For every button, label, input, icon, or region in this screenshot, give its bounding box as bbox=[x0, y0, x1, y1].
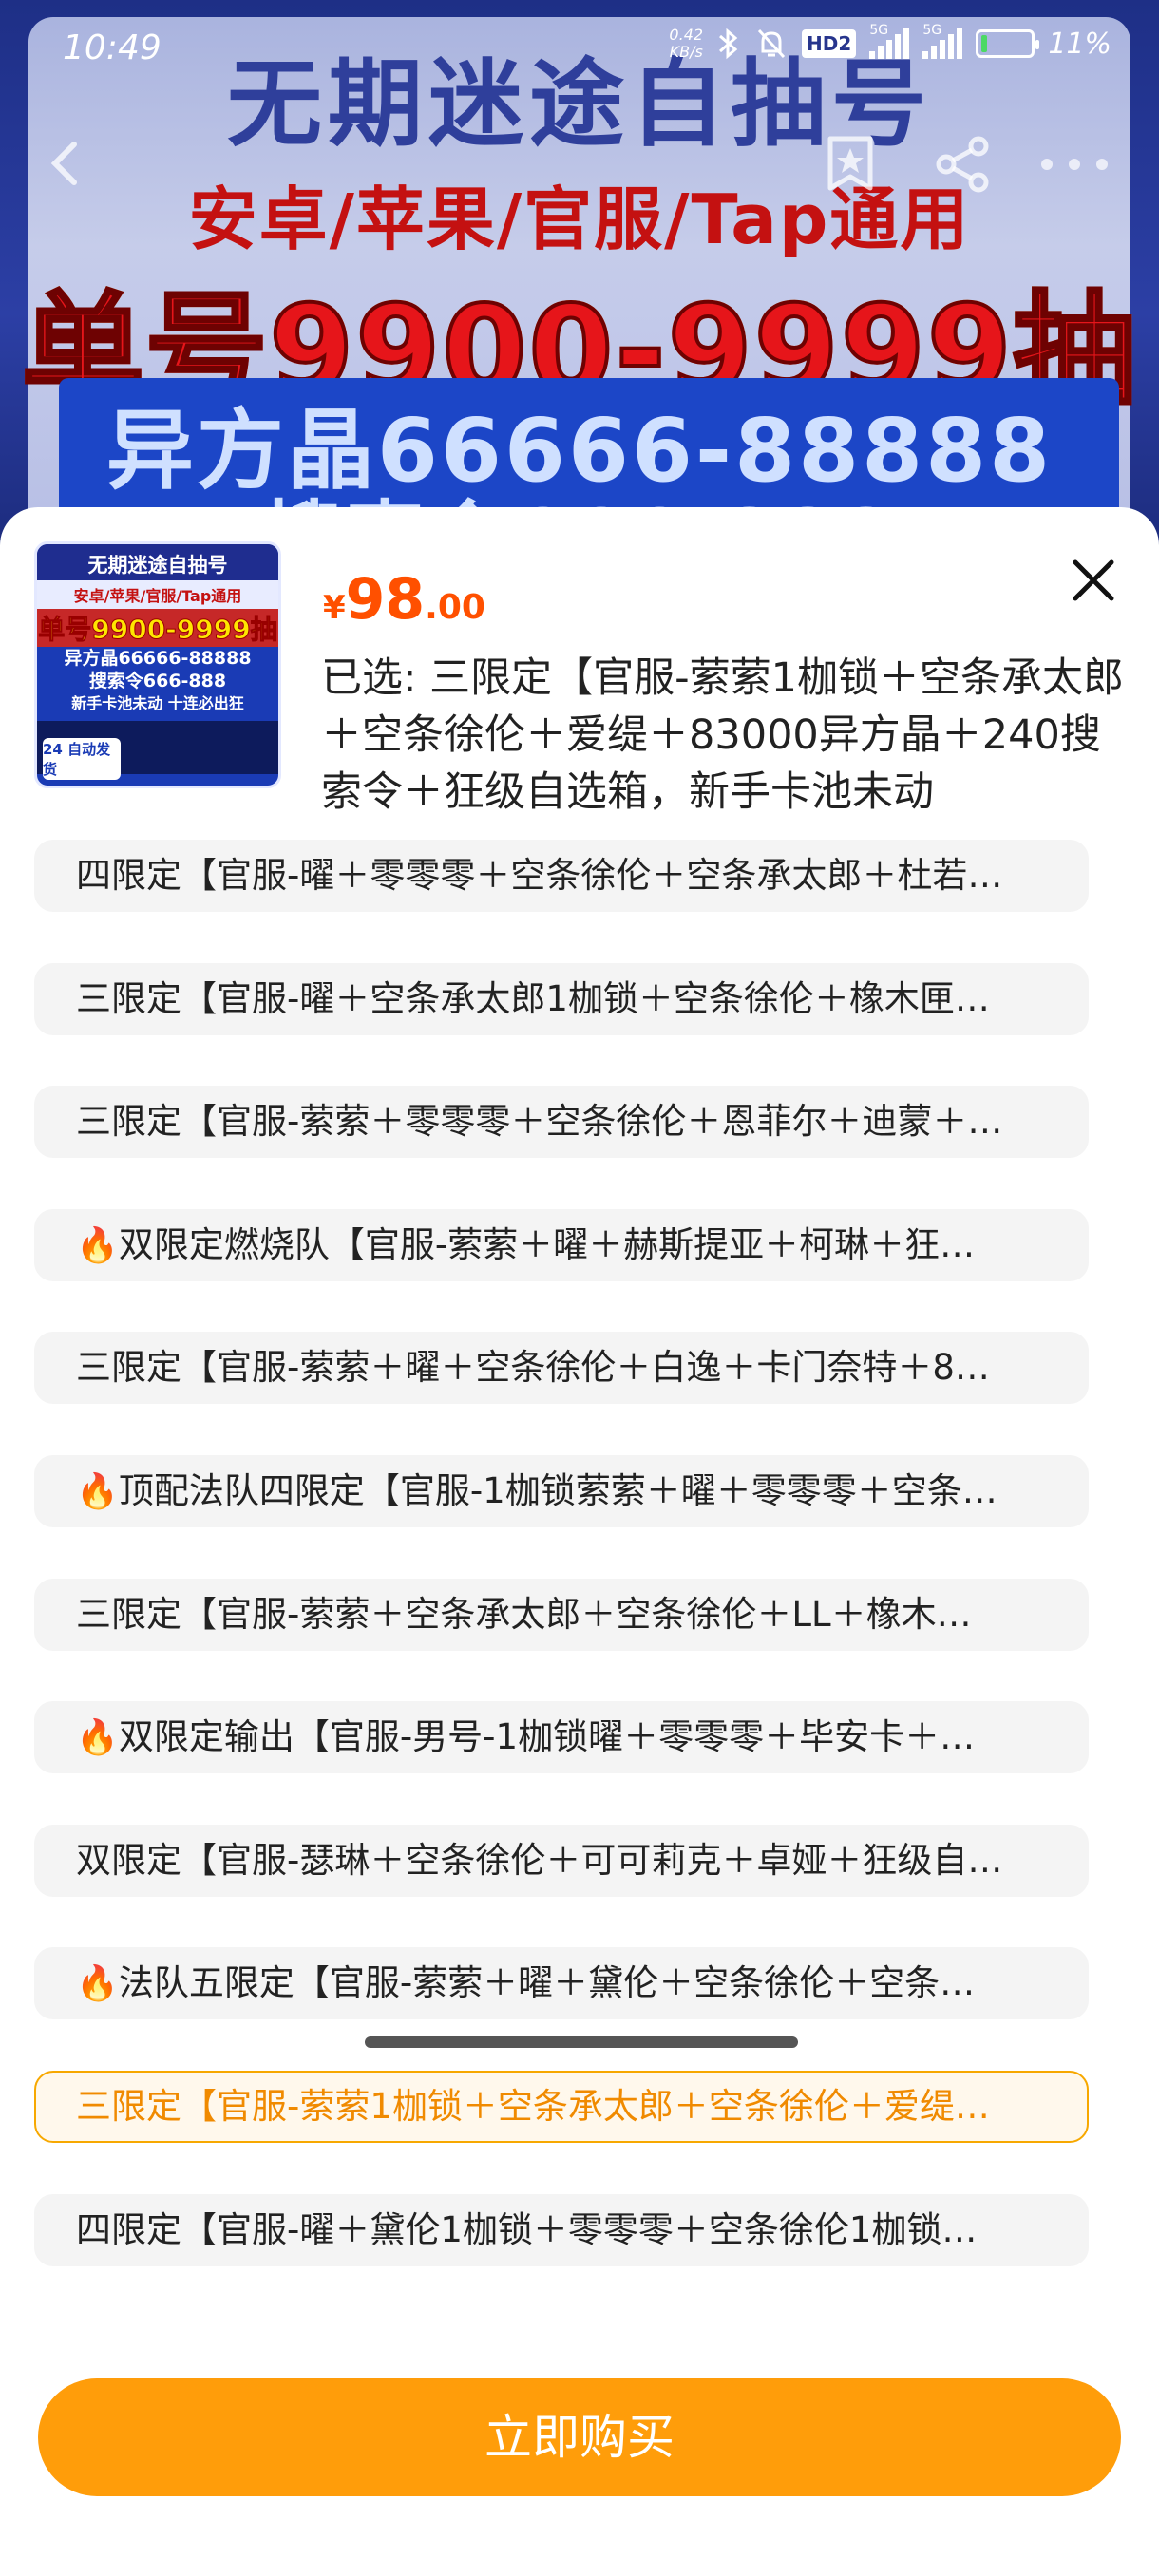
network-speed-value: 0.42 bbox=[669, 26, 704, 44]
option-item[interactable]: 四限定【官服-曜＋黛伦1枷锁＋零零零＋空条徐伦1枷锁… bbox=[34, 2193, 1089, 2266]
hd-voice-badge: HD2 bbox=[802, 29, 857, 58]
option-item-selected[interactable]: 三限定【官服-萦萦1枷锁＋空条承太郎＋空条徐伦＋爱缇… bbox=[34, 2070, 1089, 2143]
close-icon[interactable] bbox=[1068, 555, 1119, 606]
auto-delivery-badge: 24 自动发货 bbox=[43, 738, 121, 780]
star-bookmark-icon[interactable] bbox=[819, 133, 882, 196]
signal-label: 5G bbox=[869, 23, 889, 38]
thumb-subtitle: 安卓/苹果/官服/Tap通用 bbox=[37, 580, 278, 609]
status-bar: 10:49 0.42 KB/s HD2 5G 5G 11% bbox=[0, 0, 1159, 95]
option-label: 四限定【官服-曜＋零零零＋空条徐伦＋空条承太郎＋杜若… bbox=[76, 855, 1003, 896]
option-label: 四限定【官服-曜＋黛伦1枷锁＋零零零＋空条徐伦1枷锁… bbox=[76, 2208, 978, 2250]
option-label: 三限定【官服-萦萦＋曜＋空条徐伦＋白逸＋卡门奈特＋8… bbox=[76, 1347, 990, 1389]
option-item[interactable]: 双限定【官服-瑟琳＋空条徐伦＋可可莉克＋卓娅＋狂级自… bbox=[34, 1824, 1089, 1897]
price-integer: 98 bbox=[345, 566, 426, 633]
buy-now-button[interactable]: 立即购买 bbox=[38, 2378, 1121, 2496]
price-currency: ¥ bbox=[323, 589, 346, 627]
more-dots-icon[interactable] bbox=[1041, 133, 1108, 196]
option-label: 法队五限定【官服-萦萦＋曜＋黛伦＋空条徐伦＋空条… bbox=[118, 1962, 976, 2004]
fire-icon: 🔥 bbox=[76, 1718, 119, 1758]
option-item[interactable]: 三限定【官服-萦萦＋零零零＋空条徐伦＋恩菲尔＋迪蒙＋… bbox=[34, 1086, 1089, 1159]
option-label: 三限定【官服-萦萦＋空条承太郎＋空条徐伦＋LL＋橡木… bbox=[76, 1593, 972, 1635]
option-item[interactable]: 三限定【官服-萦萦＋曜＋空条徐伦＋白逸＋卡门奈特＋8… bbox=[34, 1332, 1089, 1405]
bluetooth-icon bbox=[719, 28, 738, 60]
thumb-line2: 搜索令666-888 bbox=[88, 671, 227, 691]
option-label: 三限定【官服-萦萦＋零零零＋空条徐伦＋恩菲尔＋迪蒙＋… bbox=[76, 1101, 1003, 1143]
option-label: 双限定【官服-瑟琳＋空条徐伦＋可可莉克＋卓娅＋狂级自… bbox=[76, 1839, 1003, 1881]
option-label: 双限定输出【官服-男号-1枷锁曜＋零零零＋毕安卡＋… bbox=[118, 1716, 976, 1758]
price-decimal: .00 bbox=[425, 588, 485, 627]
home-indicator[interactable] bbox=[365, 2036, 798, 2048]
signal-label: 5G bbox=[922, 23, 942, 38]
sku-selection-sheet: 无期迷途自抽号 安卓/苹果/官服/Tap通用 单号9900-9999抽 异方晶6… bbox=[0, 507, 1159, 2576]
option-label: 双限定燃烧队【官服-萦萦＋曜＋赫斯提亚＋柯琳＋狂… bbox=[118, 1223, 976, 1265]
price: ¥98.00 bbox=[323, 566, 485, 633]
option-label: 三限定【官服-曜＋空条承太郎1枷锁＋空条徐伦＋橡木匣… bbox=[76, 977, 990, 1019]
option-label: 三限定【官服-萦萦1枷锁＋空条承太郎＋空条徐伦＋爱缇… bbox=[76, 2085, 990, 2127]
option-item[interactable]: 🔥法队五限定【官服-萦萦＋曜＋黛伦＋空条徐伦＋空条… bbox=[34, 1947, 1089, 2020]
thumb-title: 无期迷途自抽号 bbox=[37, 544, 278, 580]
network-speed-unit: KB/s bbox=[669, 43, 703, 61]
product-thumbnail: 无期迷途自抽号 安卓/苹果/官服/Tap通用 单号9900-9999抽 异方晶6… bbox=[34, 541, 281, 788]
option-item[interactable]: 🔥顶配法队四限定【官服-1枷锁萦萦＋曜＋零零零＋空条… bbox=[34, 1454, 1089, 1527]
fire-icon: 🔥 bbox=[76, 1964, 119, 2004]
battery-icon bbox=[976, 29, 1040, 58]
fire-icon: 🔥 bbox=[76, 1225, 119, 1265]
battery-percent: 11% bbox=[1048, 27, 1112, 61]
thumb-line3: 新手卡池未动 十连必出狂 bbox=[71, 694, 244, 712]
fire-icon: 🔥 bbox=[76, 1471, 119, 1511]
chevron-left-icon[interactable] bbox=[38, 135, 95, 192]
status-icons: 0.42 KB/s HD2 5G 5G 11% bbox=[669, 23, 1112, 61]
status-time: 10:49 bbox=[63, 28, 162, 67]
thumb-line1: 异方晶66666-88888 bbox=[64, 648, 252, 669]
option-item[interactable]: 三限定【官服-萦萦＋空条承太郎＋空条徐伦＋LL＋橡木… bbox=[34, 1578, 1089, 1651]
option-item[interactable]: 🔥双限定燃烧队【官服-萦萦＋曜＋赫斯提亚＋柯琳＋狂… bbox=[34, 1208, 1089, 1281]
share-icon[interactable] bbox=[931, 133, 994, 196]
option-item[interactable]: 三限定【官服-曜＋空条承太郎1枷锁＋空条徐伦＋橡木匣… bbox=[34, 962, 1089, 1035]
option-item[interactable]: 四限定【官服-曜＋零零零＋空条徐伦＋空条承太郎＋杜若… bbox=[34, 840, 1089, 912]
selected-option-summary: 已选: 三限定【官服-萦萦1枷锁＋空条承太郎＋空条徐伦＋爱缇＋83000异方晶＋… bbox=[321, 654, 1125, 816]
battery-level bbox=[981, 35, 988, 52]
mute-bell-icon bbox=[757, 28, 786, 59]
option-item[interactable]: 🔥双限定输出【官服-男号-1枷锁曜＋零零零＋毕安卡＋… bbox=[34, 1701, 1089, 1774]
network-speed: 0.42 KB/s bbox=[669, 27, 703, 61]
option-label: 顶配法队四限定【官服-1枷锁萦萦＋曜＋零零零＋空条… bbox=[118, 1469, 998, 1511]
option-list: 四限定【官服-曜＋零零零＋空条徐伦＋空条承太郎＋杜若… 三限定【官服-曜＋空条承太… bbox=[34, 840, 1089, 2317]
signal-icon-1: 5G bbox=[869, 23, 910, 59]
thumb-draws: 单号9900-9999抽 bbox=[37, 609, 278, 647]
signal-icon-2: 5G bbox=[922, 23, 963, 59]
